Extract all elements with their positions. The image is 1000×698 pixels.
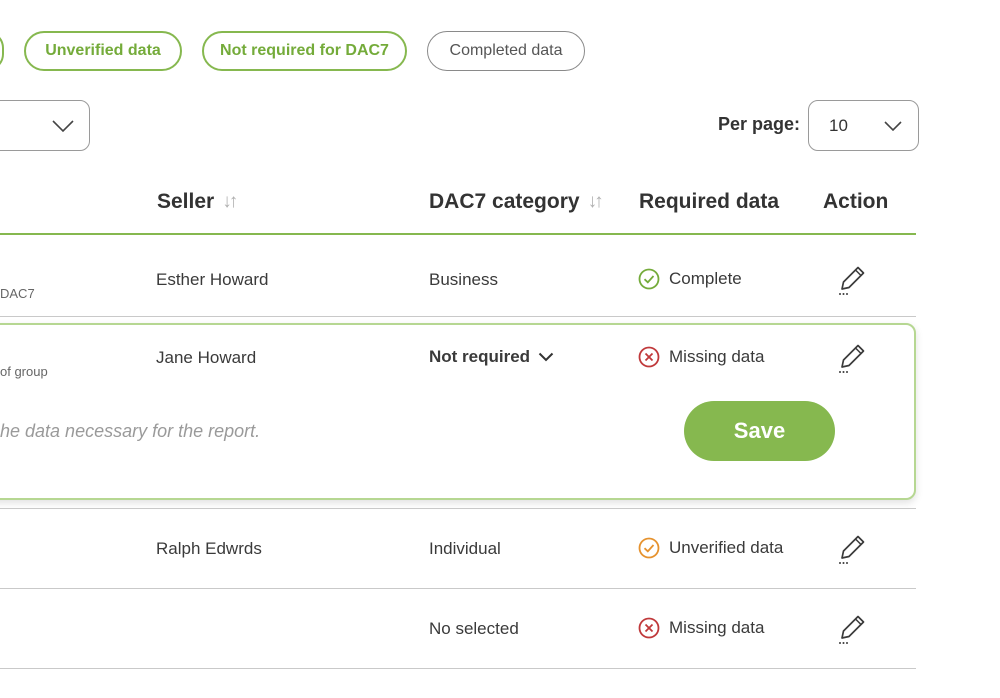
x-circle-icon <box>638 617 660 639</box>
status-text: Complete <box>669 269 742 288</box>
filter-chip-unverified[interactable]: Unverified data <box>24 31 182 71</box>
column-header-label: Seller <box>157 190 215 213</box>
column-header-action: Action <box>823 190 888 214</box>
column-header-label: Required data <box>639 190 780 213</box>
status-text: Missing data <box>669 347 765 366</box>
column-header-required-data: Required data <box>639 190 779 214</box>
column-header-label: DAC7 category <box>429 190 580 213</box>
column-header-label: Action <box>823 190 889 213</box>
row-subtext: of group <box>0 364 48 379</box>
seller-name: Jane Howard <box>156 348 257 367</box>
status-text: Missing data <box>669 618 765 637</box>
filter-chip-label: Completed data <box>449 42 563 59</box>
sort-icon[interactable]: ↓↑ <box>222 191 238 213</box>
chevron-down-icon <box>538 352 554 362</box>
row-subtext: DAC7 <box>0 286 35 301</box>
x-circle-icon <box>638 346 660 368</box>
filter-chip-completed[interactable]: Completed data <box>427 31 585 71</box>
pencil-icon[interactable] <box>836 612 870 646</box>
status-badge: Missing data <box>638 346 764 368</box>
status-text: Unverified data <box>669 538 784 557</box>
column-header-dac7-category[interactable]: DAC7 category ↓↑ <box>429 190 604 214</box>
status-badge: Missing data <box>638 617 764 639</box>
check-circle-icon <box>638 537 660 559</box>
row-divider <box>0 668 916 669</box>
dac7-category-value: Not required <box>429 347 531 366</box>
check-circle-icon <box>638 268 660 290</box>
status-badge: Complete <box>638 268 742 290</box>
row-divider <box>0 508 916 509</box>
save-button[interactable]: Save <box>684 401 835 461</box>
pencil-icon[interactable] <box>836 341 870 375</box>
per-page-label: Per page: <box>717 114 800 134</box>
row-divider <box>0 588 916 589</box>
filter-select[interactable] <box>0 100 90 151</box>
filter-chip-partial[interactable] <box>0 31 4 71</box>
filter-chip-label: Not required for DAC7 <box>220 42 389 59</box>
dac7-category: No selected <box>429 619 519 638</box>
pencil-icon[interactable] <box>836 263 870 297</box>
filter-chip-not-required[interactable]: Not required for DAC7 <box>202 31 407 71</box>
header-divider <box>0 233 916 235</box>
seller-name: Ralph Edwrds <box>156 539 262 558</box>
dac7-category: Business <box>429 270 498 289</box>
status-badge: Unverified data <box>638 537 783 559</box>
column-header-seller[interactable]: Seller ↓↑ <box>157 190 238 214</box>
per-page-value: 10 <box>829 115 848 135</box>
per-page-select[interactable]: 10 <box>808 100 919 151</box>
chevron-down-icon <box>884 120 902 131</box>
seller-name: Esther Howard <box>156 270 269 289</box>
sort-icon[interactable]: ↓↑ <box>588 191 604 213</box>
pencil-icon[interactable] <box>836 532 870 566</box>
dac7-category-dropdown[interactable]: Not required <box>429 347 554 367</box>
row-note: he data necessary for the report. <box>0 421 261 441</box>
chevron-down-icon <box>52 119 74 132</box>
row-divider <box>0 316 916 317</box>
dac7-category: Individual <box>429 539 501 558</box>
filter-chip-label: Unverified data <box>45 42 161 59</box>
